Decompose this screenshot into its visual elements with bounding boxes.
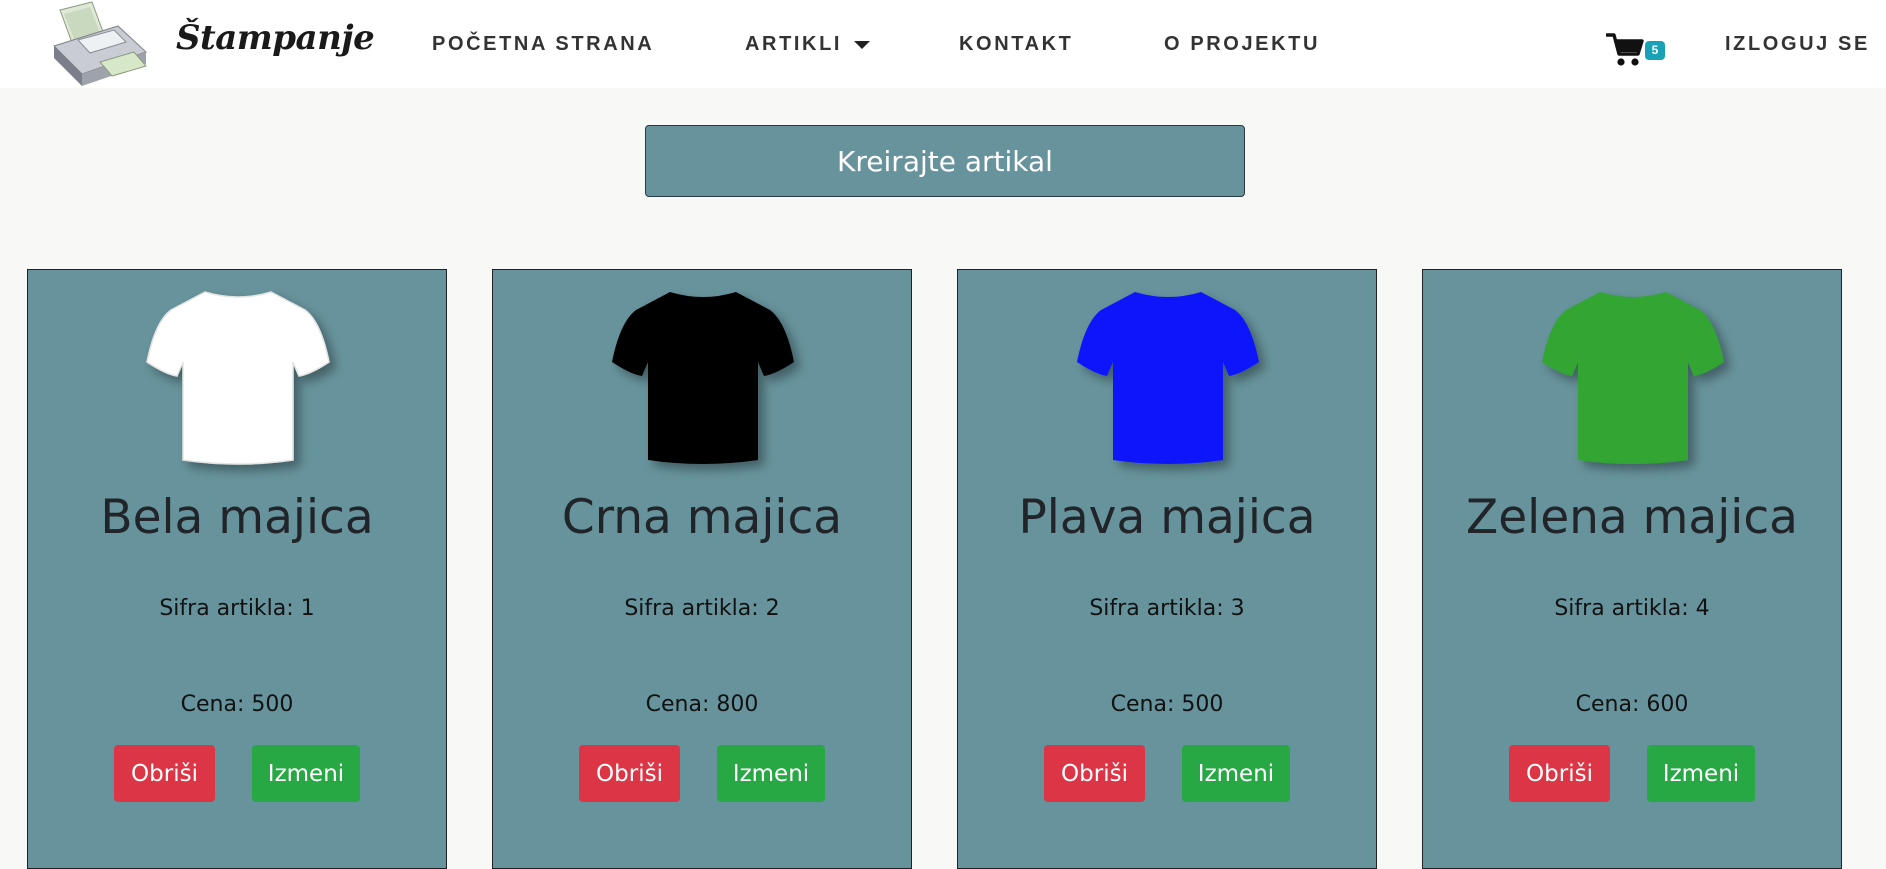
nav-artikli-label: ARTIKLI [745,33,843,55]
nav-kontakt[interactable]: KONTAKT [959,33,1073,56]
nav-pocetna-strana[interactable]: POČETNA STRANA [432,33,654,56]
tshirt-icon [1542,292,1724,464]
logout-link[interactable]: IZLOGUJ SE [1725,33,1870,56]
tshirt-icon [612,292,794,464]
product-card: Plava majica Sifra artikla: 3 Cena: 500 … [957,269,1377,869]
nav-o-projektu[interactable]: O PROJEKTU [1164,33,1320,56]
brand-name[interactable]: Štampanje [176,18,375,58]
delete-button[interactable]: Obriši [114,745,215,802]
printer-logo-icon[interactable] [48,0,148,88]
product-card: Zelena majica Sifra artikla: 4 Cena: 600… [1422,269,1842,869]
cart-count-badge: 5 [1645,41,1665,60]
create-article-button[interactable]: Kreirajte artikal [645,125,1245,197]
tshirt-icon [146,291,330,465]
product-card: Bela majica Sifra artikla: 1 Cena: 500 O… [27,269,447,869]
product-code: Sifra artikla: 4 [1554,596,1710,621]
delete-button[interactable]: Obriši [579,745,680,802]
product-price: Cena: 500 [180,692,294,717]
delete-button[interactable]: Obriši [1509,745,1610,802]
edit-button[interactable]: Izmeni [717,745,825,802]
product-code: Sifra artikla: 3 [1089,596,1245,621]
caret-down-icon [854,40,871,49]
product-price: Cena: 600 [1575,692,1689,717]
nav-artikli-dropdown[interactable]: ARTIKLI [745,33,871,56]
product-title: Zelena majica [1466,490,1798,545]
product-title: Crna majica [561,490,843,545]
tshirt-icon [1077,292,1259,464]
product-card: Crna majica Sifra artikla: 2 Cena: 800 O… [492,269,912,869]
product-title: Bela majica [100,490,374,545]
edit-button[interactable]: Izmeni [252,745,360,802]
product-title: Plava majica [1018,490,1316,545]
product-price: Cena: 500 [1110,692,1224,717]
product-code: Sifra artikla: 2 [624,596,780,621]
edit-button[interactable]: Izmeni [1647,745,1755,802]
navbar: Štampanje POČETNA STRANA ARTIKLI KONTAKT… [0,0,1886,88]
edit-button[interactable]: Izmeni [1182,745,1290,802]
product-price: Cena: 800 [645,692,759,717]
product-code: Sifra artikla: 1 [159,596,315,621]
delete-button[interactable]: Obriši [1044,745,1145,802]
